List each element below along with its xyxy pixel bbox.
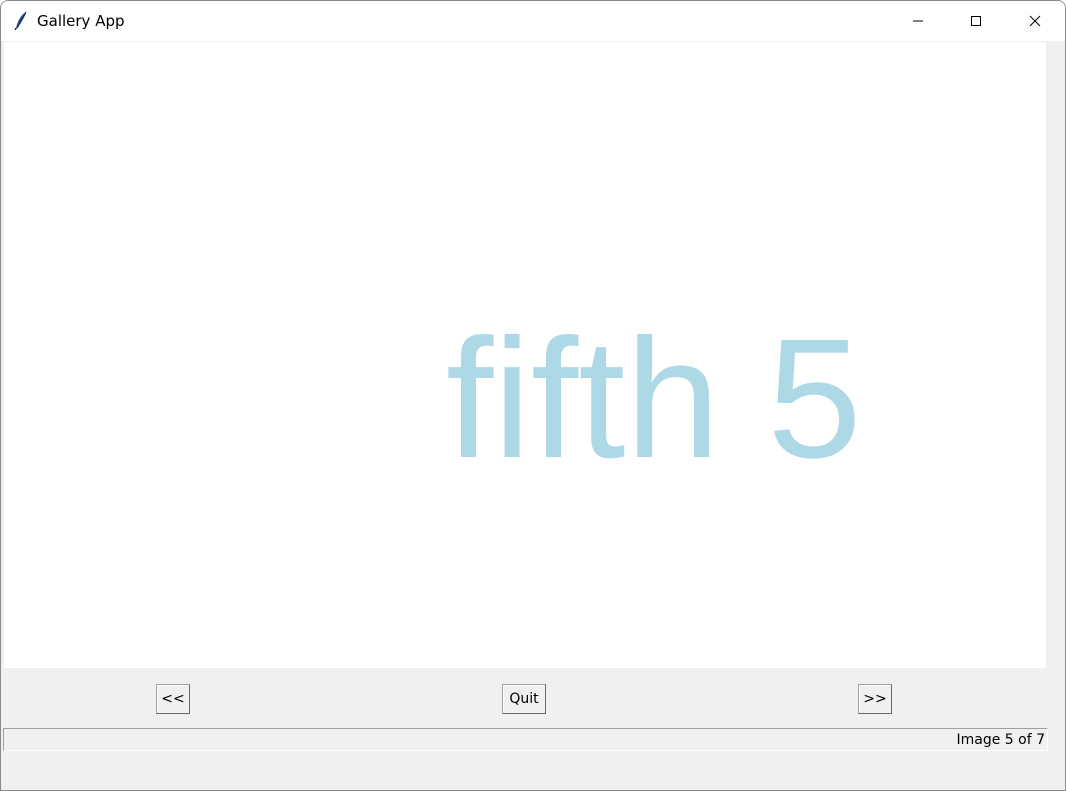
status-bar: Image 5 of 7	[3, 728, 1048, 751]
gallery-image-text: fifth 5	[446, 304, 862, 494]
app-window: Gallery App fifth 5 << Quit >> Image 5 o…	[0, 0, 1066, 791]
previous-button[interactable]: <<	[156, 684, 190, 714]
minimize-button[interactable]	[889, 1, 947, 41]
title-bar[interactable]: Gallery App	[1, 1, 1065, 41]
next-button[interactable]: >>	[858, 684, 892, 714]
quit-button[interactable]: Quit	[502, 684, 546, 714]
maximize-button[interactable]	[947, 1, 1005, 41]
window-title: Gallery App	[37, 12, 125, 30]
maximize-icon	[970, 12, 982, 31]
feather-icon	[13, 11, 29, 31]
status-text: Image 5 of 7	[956, 732, 1045, 748]
minimize-icon	[912, 12, 924, 31]
close-icon	[1029, 12, 1041, 31]
close-button[interactable]	[1006, 1, 1064, 41]
image-canvas: fifth 5	[4, 42, 1046, 668]
